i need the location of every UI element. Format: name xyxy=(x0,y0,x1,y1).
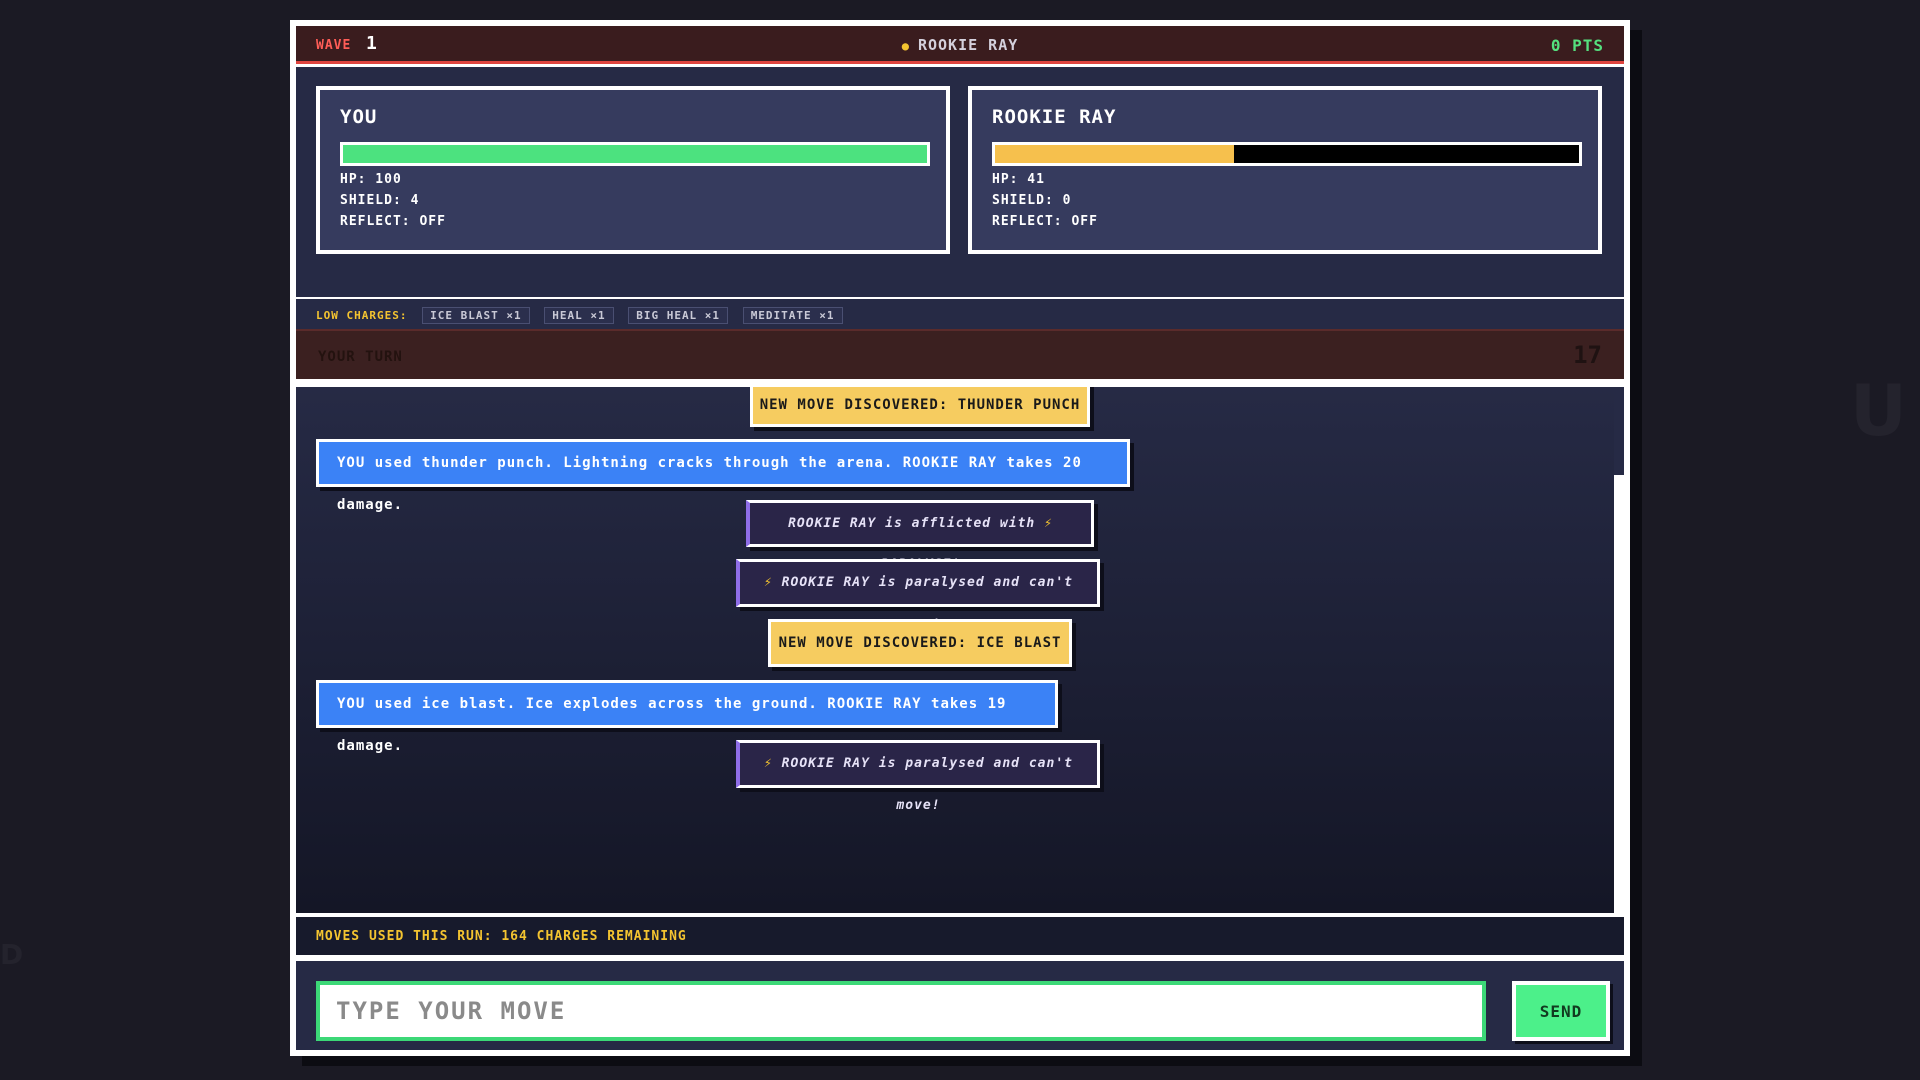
opponent-title: ● ROOKIE RAY xyxy=(296,36,1624,54)
log-message-action: YOU used ice blast. Ice explodes across … xyxy=(316,680,1058,754)
charge-chip: ICE BLAST ×1 xyxy=(422,307,530,324)
input-area: SEND xyxy=(296,961,1624,1050)
player-name: YOU xyxy=(340,106,378,128)
enemy-name: ROOKIE RAY xyxy=(992,106,1117,128)
log-message-discover: NEW MOVE DISCOVERED: ICE BLAST xyxy=(768,619,1072,667)
enemy-card: ROOKIE RAY HP: 41 SHIELD: 0 REFLECT: OFF xyxy=(968,86,1602,254)
player-reflect-text: REFLECT: OFF xyxy=(340,214,446,229)
turn-bar: YOUR TURN 17 xyxy=(296,329,1624,379)
enemy-hp-fill xyxy=(995,145,1235,163)
opponent-title-label: ROOKIE RAY xyxy=(917,36,1019,54)
turn-timer: 17 xyxy=(1573,341,1602,369)
enemy-hp-bar xyxy=(992,142,1582,166)
player-card: YOU HP: 100 SHIELD: 4 REFLECT: OFF xyxy=(316,86,950,254)
lightning-icon: ⚡ xyxy=(1044,516,1053,531)
charge-chip: MEDITATE ×1 xyxy=(742,307,843,324)
battle-log[interactable]: NEW MOVE DISCOVERED: THUNDER PUNCH YOU u… xyxy=(296,387,1624,913)
moves-used-info: MOVES USED THIS RUN: 164 CHARGES REMAINI… xyxy=(296,913,1624,955)
stats-area: YOU HP: 100 SHIELD: 4 REFLECT: OFF ROOKI… xyxy=(296,67,1624,297)
log-message-status: ⚡ ROOKIE RAY is paralysed and can't move… xyxy=(736,740,1100,813)
player-shield-text: SHIELD: 4 xyxy=(340,193,420,208)
log-message-action: YOU used thunder punch. Lightning cracks… xyxy=(316,439,1130,513)
enemy-shield-text: SHIELD: 0 xyxy=(992,193,1072,208)
game-window: WAVE 1 ● ROOKIE RAY 0 PTS YOU HP: 100 SHI… xyxy=(290,20,1630,1056)
log-message-discover: NEW MOVE DISCOVERED: THUNDER PUNCH xyxy=(750,387,1090,427)
charge-chip: BIG HEAL ×1 xyxy=(628,307,729,324)
player-hp-bar xyxy=(340,142,930,166)
low-charges-bar: LOW CHARGES: ICE BLAST ×1 HEAL ×1 BIG HE… xyxy=(296,297,1624,329)
turn-label: YOUR TURN xyxy=(318,349,403,365)
log-message-status: ROOKIE RAY is afflicted with ⚡ PARALYSE! xyxy=(746,500,1094,572)
background-glyph: U xyxy=(1850,370,1907,452)
enemy-hp-text: HP: 41 xyxy=(992,172,1045,187)
move-input[interactable] xyxy=(316,981,1486,1041)
fist-icon: ● xyxy=(901,39,910,53)
send-button[interactable]: SEND xyxy=(1512,981,1610,1041)
enemy-reflect-text: REFLECT: OFF xyxy=(992,214,1098,229)
player-hp-fill xyxy=(343,145,927,163)
log-message-status: ⚡ ROOKIE RAY is paralysed and can't move… xyxy=(736,559,1100,632)
player-hp-text: HP: 100 xyxy=(340,172,402,187)
points-display: 0 PTS xyxy=(1550,36,1604,55)
background-glyph-left: D xyxy=(0,938,24,971)
lightning-icon: ⚡ xyxy=(764,756,773,771)
log-scrollbar[interactable] xyxy=(1614,387,1624,913)
log-scrollbar-thumb[interactable] xyxy=(1614,387,1624,475)
low-charges-label: LOW CHARGES: xyxy=(316,309,408,322)
charge-chip: HEAL ×1 xyxy=(544,307,614,324)
lightning-icon: ⚡ xyxy=(764,575,773,590)
top-bar: WAVE 1 ● ROOKIE RAY 0 PTS xyxy=(296,26,1624,64)
